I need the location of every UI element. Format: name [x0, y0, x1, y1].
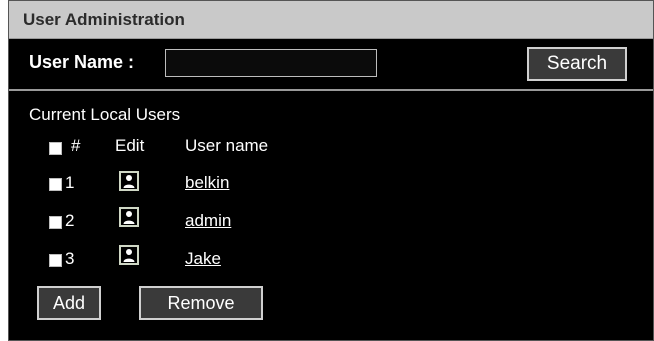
user-edit-icon[interactable]	[119, 171, 139, 191]
user-name-input[interactable]	[165, 49, 377, 77]
title-bar: User Administration	[9, 1, 653, 39]
column-header-username: User name	[185, 136, 269, 155]
current-local-users-heading: Current Local Users	[29, 105, 181, 124]
user-edit-icon[interactable]	[119, 245, 139, 265]
column-header-number: #	[71, 136, 81, 155]
row-number: 2	[65, 211, 75, 230]
select-all-checkbox[interactable]	[49, 142, 62, 155]
row-checkbox[interactable]	[49, 178, 62, 191]
remove-button[interactable]: Remove	[139, 286, 263, 320]
username-link[interactable]: Jake	[185, 249, 221, 269]
user-administration-panel: User Administration User Name : Search C…	[8, 0, 654, 341]
search-row: User Name : Search	[9, 39, 653, 91]
add-button[interactable]: Add	[37, 286, 101, 320]
user-name-label: User Name :	[29, 52, 135, 72]
row-number: 1	[65, 173, 75, 192]
search-button[interactable]: Search	[527, 47, 627, 81]
row-number: 3	[65, 249, 75, 268]
row-checkbox[interactable]	[49, 254, 62, 267]
row-checkbox[interactable]	[49, 216, 62, 229]
page-title: User Administration	[23, 10, 185, 29]
column-header-edit: Edit	[115, 136, 145, 155]
username-link[interactable]: admin	[185, 211, 231, 231]
username-link[interactable]: belkin	[185, 173, 229, 193]
user-edit-icon[interactable]	[119, 207, 139, 227]
